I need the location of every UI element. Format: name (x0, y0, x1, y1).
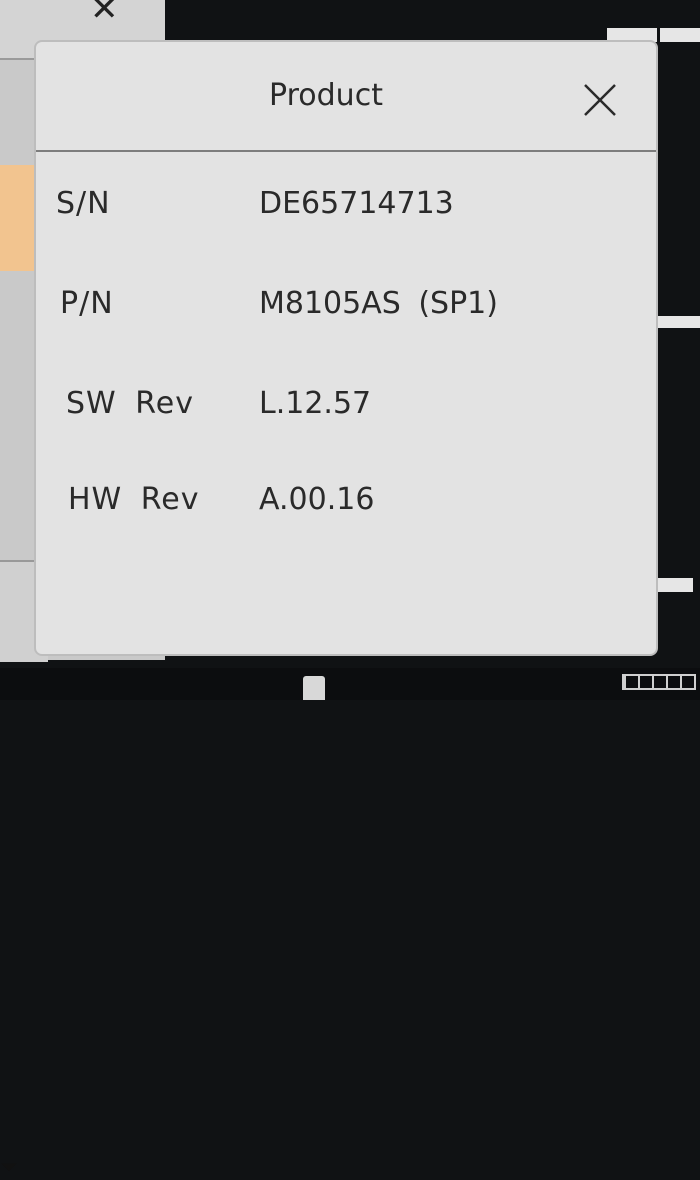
software-revision-label: SW Rev (66, 386, 194, 421)
list-item-serial-number: S/N DE65714713 (36, 186, 656, 246)
close-button[interactable] (582, 82, 618, 118)
scroll-down-icon[interactable]: ⏷ (0, 1157, 18, 1179)
software-revision-value: L.12.57 (259, 386, 372, 421)
serial-number-label: S/N (56, 186, 111, 221)
list-item-hardware-revision: HW Rev A.00.16 (36, 482, 656, 542)
bottom-bar (0, 668, 700, 700)
close-icon (584, 84, 616, 116)
part-number-label: P/N (60, 286, 114, 321)
dialog-title: Product (269, 78, 383, 113)
product-dialog: Product S/N DE65714713 P/N M8105AS (SP1)… (36, 42, 656, 654)
background-tab[interactable] (660, 28, 700, 42)
hardware-revision-label: HW Rev (68, 482, 200, 517)
dialog-header: Product (36, 42, 656, 152)
list-item-software-revision: SW Rev L.12.57 (36, 386, 656, 446)
background-widget-icon[interactable] (303, 676, 325, 700)
background-close-icon[interactable]: ✕ (90, 0, 119, 26)
serial-number-value: DE65714713 (259, 186, 454, 221)
hardware-revision-value: A.00.16 (259, 482, 375, 517)
part-number-value: M8105AS (SP1) (259, 286, 498, 321)
background-tab[interactable] (607, 28, 657, 42)
background-indicator (622, 674, 696, 690)
background-tab[interactable] (652, 316, 700, 328)
list-item-part-number: P/N M8105AS (SP1) (36, 286, 656, 346)
